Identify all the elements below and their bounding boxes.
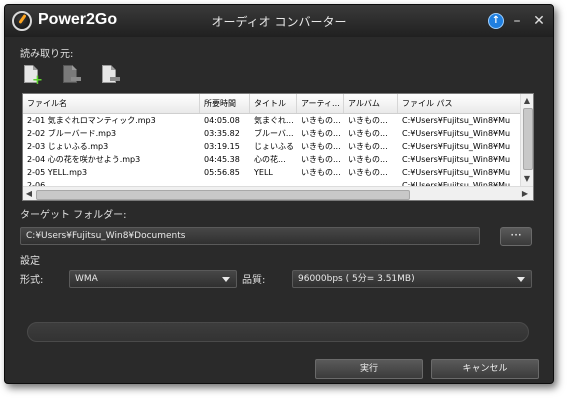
source-label: 読み取り元: [20, 49, 74, 60]
update-icon[interactable]: ↑ [488, 13, 504, 29]
cell-album: いきもの... [348, 168, 388, 177]
minus-icon [110, 77, 120, 81]
cell-filename: 2-01 気まぐれロマンティック.mp3 [27, 116, 156, 125]
scroll-up-icon[interactable]: ▲ [521, 96, 533, 105]
plus-icon: + [32, 73, 43, 88]
cell-duration: 05:56.85 [204, 168, 240, 177]
quality-value: 96000bps ( 5分= 3.51MB) [298, 274, 415, 284]
cell-filename: 2-05 YELL.mp3 [27, 168, 88, 177]
table-header: ファイル名 所要時間 タイトル アーティ... アルバム ファイル パス [23, 94, 520, 114]
horizontal-scrollbar[interactable]: ◀ ▶ [23, 186, 533, 200]
browse-button[interactable]: ··· [500, 227, 532, 246]
cell-title: ブルーバ... [254, 129, 294, 138]
cell-album: いきもの... [348, 129, 388, 138]
horizontal-scroll-thumb[interactable] [36, 190, 410, 200]
cell-duration: 04:05.08 [204, 116, 240, 125]
vertical-scroll-thumb[interactable] [523, 108, 533, 170]
format-select[interactable]: WMA [69, 270, 237, 288]
cell-duration: 04:45.38 [204, 155, 240, 164]
scroll-down-icon[interactable]: ▼ [521, 174, 533, 183]
add-file-button[interactable]: + [22, 65, 43, 88]
format-label: 形式: [20, 275, 44, 286]
vertical-scrollbar[interactable]: ▲ ▼ [520, 94, 533, 186]
column-header-album[interactable]: アルバム [344, 94, 398, 113]
column-header-filepath[interactable]: ファイル パス [398, 94, 520, 113]
column-header-duration[interactable]: 所要時間 [200, 94, 250, 113]
target-folder-label: ターゲット フォルダー: [20, 210, 127, 221]
column-header-filename[interactable]: ファイル名 [23, 94, 200, 113]
cell-filepath: C:¥Users¥Fujitsu_Win8¥Mu [402, 142, 511, 151]
cell-album: いきもの... [348, 155, 388, 164]
cell-artist: いきもの... [301, 129, 341, 138]
cell-artist: いきもの... [301, 116, 341, 125]
table-row[interactable]: 2-03 じょいふる.mp3 03:19.15 じょいふる いきもの... いきもの..… [23, 140, 520, 153]
cell-artist: いきもの... [301, 155, 341, 164]
cell-title: じょいふる [254, 142, 294, 151]
cell-duration: 03:19.15 [204, 142, 240, 151]
remove-file-button[interactable] [61, 65, 81, 87]
chevron-down-icon [222, 277, 230, 282]
table-row[interactable]: 2-04 心の花を咲かせよう.mp3 04:45.38 心の花... いきもの... い… [23, 153, 520, 166]
cell-duration: 03:35.82 [204, 129, 240, 138]
window-title: オーディオ コンバーター [211, 15, 347, 29]
minus-icon [71, 77, 81, 81]
cell-title: 心の花... [254, 155, 286, 164]
cell-filename: 2-03 じょいふる.mp3 [27, 142, 109, 151]
scroll-left-icon[interactable]: ◀ [23, 189, 35, 198]
cell-filename: 2-04 心の花を咲かせよう.mp3 [27, 155, 141, 164]
cell-artist: いきもの... [301, 142, 341, 151]
cell-filepath: C:¥Users¥Fujitsu_Win8¥Mu [402, 116, 511, 125]
cell-filename: 2-02 ブルーバード.mp3 [27, 129, 117, 138]
run-button[interactable]: 実行 [315, 359, 423, 379]
table-row[interactable]: 2-02 ブルーバード.mp3 03:35.82 ブルーバ... いきもの... いきも… [23, 127, 520, 140]
column-header-artist[interactable]: アーティ... [297, 94, 344, 113]
format-value: WMA [75, 274, 98, 284]
cell-filepath: C:¥Users¥Fujitsu_Win8¥Mu [402, 155, 511, 164]
file-list-table[interactable]: ファイル名 所要時間 タイトル アーティ... アルバム ファイル パス 2-0… [22, 93, 534, 201]
column-header-title[interactable]: タイトル [250, 94, 297, 113]
cell-artist: いきもの... [301, 168, 341, 177]
cell-album: いきもの... [348, 142, 388, 151]
scroll-right-icon[interactable]: ▶ [519, 189, 531, 198]
chevron-down-icon [517, 277, 525, 282]
cell-filepath: C:¥Users¥Fujitsu_Win8¥Mu [402, 168, 511, 177]
target-folder-input[interactable]: C:¥Users¥Fujitsu_Win8¥Documents [20, 227, 480, 245]
quality-select[interactable]: 96000bps ( 5分= 3.51MB) [292, 270, 532, 288]
remove-all-button[interactable] [100, 65, 120, 87]
audio-converter-window: Power2Go オーディオ コンバーター ↑ – ✕ 読み取り元: + ファイ… [4, 4, 554, 384]
cancel-button[interactable]: キャンセル [431, 359, 539, 379]
close-button[interactable]: ✕ [533, 13, 545, 29]
cell-title: 気まぐれ... [254, 116, 294, 125]
cell-title: YELL [254, 168, 273, 177]
settings-label: 設定 [20, 256, 40, 267]
table-row[interactable]: 2-05 YELL.mp3 05:56.85 YELL いきもの... いきもの... C… [23, 166, 520, 179]
cell-filepath: C:¥Users¥Fujitsu_Win8¥Mu [402, 129, 511, 138]
minimize-button[interactable]: – [511, 13, 523, 29]
cell-album: いきもの... [348, 116, 388, 125]
progress-bar [27, 322, 529, 342]
title-bar: Power2Go オーディオ コンバーター ↑ – ✕ [5, 5, 553, 37]
quality-label: 品質: [242, 275, 266, 286]
table-row[interactable]: 2-01 気まぐれロマンティック.mp3 04:05.08 気まぐれ... いきもの.… [23, 114, 520, 127]
